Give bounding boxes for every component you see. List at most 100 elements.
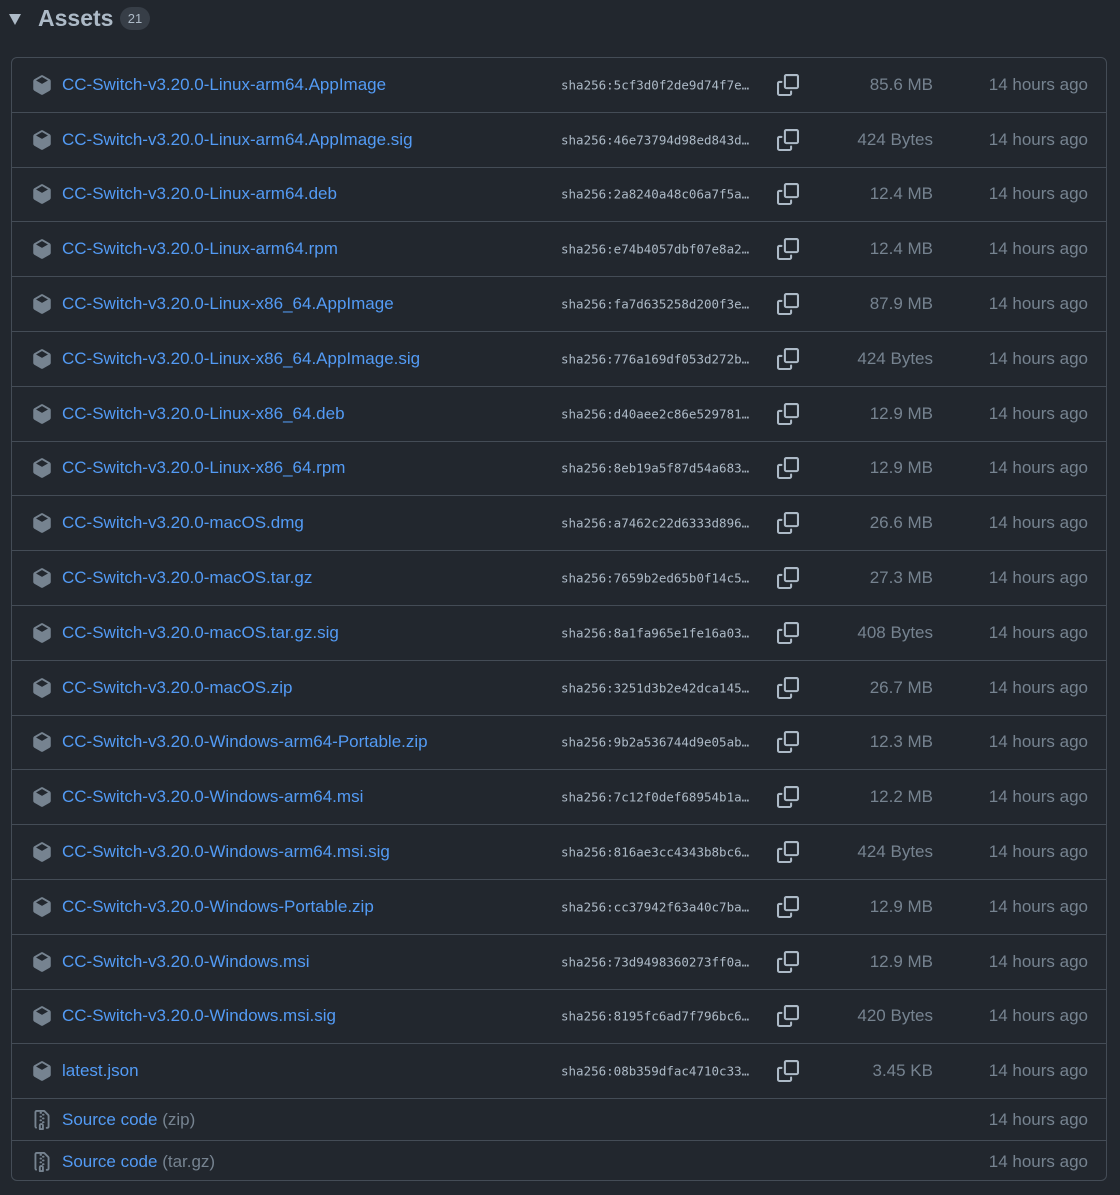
asset-link[interactable]: CC-Switch-v3.20.0-Windows-arm64.msi <box>62 787 363 807</box>
asset-link[interactable]: CC-Switch-v3.20.0-Linux-arm64.deb <box>62 184 337 204</box>
source-code-label: Source code <box>62 1109 158 1129</box>
copy-icon[interactable] <box>777 895 799 918</box>
asset-size: 12.9 MB <box>869 458 933 478</box>
asset-link[interactable]: CC-Switch-v3.20.0-macOS.zip <box>62 678 293 698</box>
asset-size: 12.2 MB <box>869 787 933 807</box>
copy-icon[interactable] <box>777 347 799 370</box>
package-icon <box>33 1061 51 1082</box>
asset-link[interactable]: CC-Switch-v3.20.0-Windows.msi.sig <box>62 1006 336 1026</box>
asset-sha256: sha256:8a1fa965e1fe16a03… <box>561 625 750 641</box>
package-icon <box>33 75 51 95</box>
asset-sha256: sha256:2a8240a48c06a7f5a… <box>561 186 750 202</box>
asset-link[interactable]: CC-Switch-v3.20.0-Linux-arm64.AppImage.s… <box>62 130 413 150</box>
asset-link[interactable]: CC-Switch-v3.20.0-Linux-x86_64.AppImage.… <box>62 349 420 369</box>
asset-row: CC-Switch-v3.20.0-Windows-arm64.msi sha2… <box>12 770 1106 826</box>
asset-time: 14 hours ago <box>988 348 1088 368</box>
asset-sha256: sha256:73d9498360273ff0a… <box>561 954 750 970</box>
asset-link[interactable]: CC-Switch-v3.20.0-Linux-arm64.AppImage <box>62 75 386 95</box>
package-icon <box>33 842 51 862</box>
asset-time: 14 hours ago <box>988 842 1088 862</box>
asset-size: 12.9 MB <box>869 896 933 916</box>
asset-row: CC-Switch-v3.20.0-Linux-x86_64.rpm sha25… <box>12 442 1106 497</box>
triangle-down-icon[interactable] <box>9 14 21 25</box>
source-code-link[interactable]: Source code (tar.gz) <box>62 1152 215 1172</box>
asset-size: 12.4 MB <box>869 184 933 204</box>
copy-icon[interactable] <box>777 567 799 590</box>
copy-icon[interactable] <box>777 73 799 96</box>
copy-icon[interactable] <box>777 457 799 480</box>
asset-link[interactable]: CC-Switch-v3.20.0-macOS.dmg <box>62 513 304 533</box>
asset-row: CC-Switch-v3.20.0-macOS.zip sha256:3251d… <box>12 661 1106 716</box>
asset-time: 14 hours ago <box>988 568 1088 588</box>
asset-row: latest.json sha256:08b359dfac4710c33… 3.… <box>12 1044 1106 1100</box>
asset-sha256: sha256:3251d3b2e42dca145… <box>561 680 750 696</box>
asset-time: 14 hours ago <box>988 129 1088 149</box>
copy-icon[interactable] <box>777 1005 799 1028</box>
asset-time: 14 hours ago <box>988 622 1088 642</box>
asset-link[interactable]: CC-Switch-v3.20.0-Windows-Portable.zip <box>62 897 374 917</box>
package-icon <box>33 897 51 917</box>
copy-icon[interactable] <box>777 731 799 754</box>
asset-sha256: sha256:a7462c22d6333d896… <box>561 515 750 531</box>
copy-icon[interactable] <box>777 402 799 425</box>
asset-sha256: sha256:5cf3d0f2de9d74f7e… <box>561 77 750 93</box>
asset-time: 14 hours ago <box>988 239 1088 259</box>
package-icon <box>33 294 51 314</box>
asset-link[interactable]: latest.json <box>62 1061 139 1081</box>
copy-icon[interactable] <box>777 621 799 644</box>
asset-sha256: sha256:9b2a536744d9e05ab… <box>561 734 750 750</box>
source-code-label: Source code <box>62 1152 158 1172</box>
asset-size: 3.45 KB <box>872 1061 934 1081</box>
copy-icon[interactable] <box>777 512 799 535</box>
asset-row: CC-Switch-v3.20.0-Linux-arm64.deb sha256… <box>12 168 1106 223</box>
asset-link[interactable]: CC-Switch-v3.20.0-Windows-arm64.msi.sig <box>62 842 390 862</box>
copy-icon[interactable] <box>777 950 799 973</box>
asset-time: 14 hours ago <box>988 1006 1088 1026</box>
asset-size: 424 Bytes <box>857 129 933 149</box>
copy-icon[interactable] <box>777 1060 799 1083</box>
asset-link[interactable]: CC-Switch-v3.20.0-Linux-x86_64.AppImage <box>62 294 394 314</box>
copy-icon[interactable] <box>777 183 799 206</box>
asset-sha256: sha256:7659b2ed65b0f14c5… <box>561 570 750 586</box>
asset-row: CC-Switch-v3.20.0-Windows-arm64-Portable… <box>12 716 1106 771</box>
asset-sha256: sha256:8195fc6ad7f796bc6… <box>561 1008 750 1024</box>
asset-time: 14 hours ago <box>988 403 1088 423</box>
copy-icon[interactable] <box>777 293 799 316</box>
assets-title[interactable]: Assets <box>38 5 113 32</box>
copy-icon[interactable] <box>777 676 799 699</box>
asset-link[interactable]: CC-Switch-v3.20.0-Windows.msi <box>62 952 310 972</box>
asset-link[interactable]: CC-Switch-v3.20.0-Linux-x86_64.deb <box>62 404 345 424</box>
copy-icon[interactable] <box>777 238 799 261</box>
source-code-link[interactable]: Source code (zip) <box>62 1110 195 1130</box>
asset-time: 14 hours ago <box>988 787 1088 807</box>
asset-size: 26.6 MB <box>869 513 933 533</box>
source-code-row: Source code (zip) 14 hours ago <box>12 1099 1106 1142</box>
asset-link[interactable]: CC-Switch-v3.20.0-Windows-arm64-Portable… <box>62 732 428 752</box>
asset-sha256: sha256:46e73794d98ed843d… <box>561 132 750 148</box>
copy-icon[interactable] <box>777 786 799 809</box>
asset-size: 420 Bytes <box>857 1006 933 1026</box>
asset-row: CC-Switch-v3.20.0-Linux-arm64.AppImage.s… <box>12 113 1106 168</box>
source-code-time: 14 hours ago <box>988 1109 1088 1129</box>
package-icon <box>33 623 51 643</box>
asset-sha256: sha256:fa7d635258d200f3e… <box>561 296 750 312</box>
asset-link[interactable]: CC-Switch-v3.20.0-Linux-x86_64.rpm <box>62 458 345 478</box>
asset-time: 14 hours ago <box>988 896 1088 916</box>
asset-size: 12.9 MB <box>869 951 933 971</box>
asset-time: 14 hours ago <box>988 458 1088 478</box>
copy-icon[interactable] <box>777 128 799 151</box>
asset-size: 85.6 MB <box>869 74 933 94</box>
asset-link[interactable]: CC-Switch-v3.20.0-macOS.tar.gz.sig <box>62 623 339 643</box>
asset-link[interactable]: CC-Switch-v3.20.0-Linux-arm64.rpm <box>62 239 338 259</box>
asset-time: 14 hours ago <box>988 677 1088 697</box>
asset-link[interactable]: CC-Switch-v3.20.0-macOS.tar.gz <box>62 568 312 588</box>
asset-row: CC-Switch-v3.20.0-Linux-arm64.AppImage s… <box>12 58 1106 113</box>
asset-size: 408 Bytes <box>857 622 933 642</box>
asset-row: CC-Switch-v3.20.0-macOS.tar.gz sha256:76… <box>12 551 1106 606</box>
package-icon <box>33 184 51 205</box>
copy-icon[interactable] <box>777 841 799 864</box>
asset-size: 26.7 MB <box>869 677 933 697</box>
asset-size: 87.9 MB <box>869 294 933 314</box>
asset-sha256: sha256:8eb19a5f87d54a683… <box>561 460 750 476</box>
asset-time: 14 hours ago <box>988 951 1088 971</box>
